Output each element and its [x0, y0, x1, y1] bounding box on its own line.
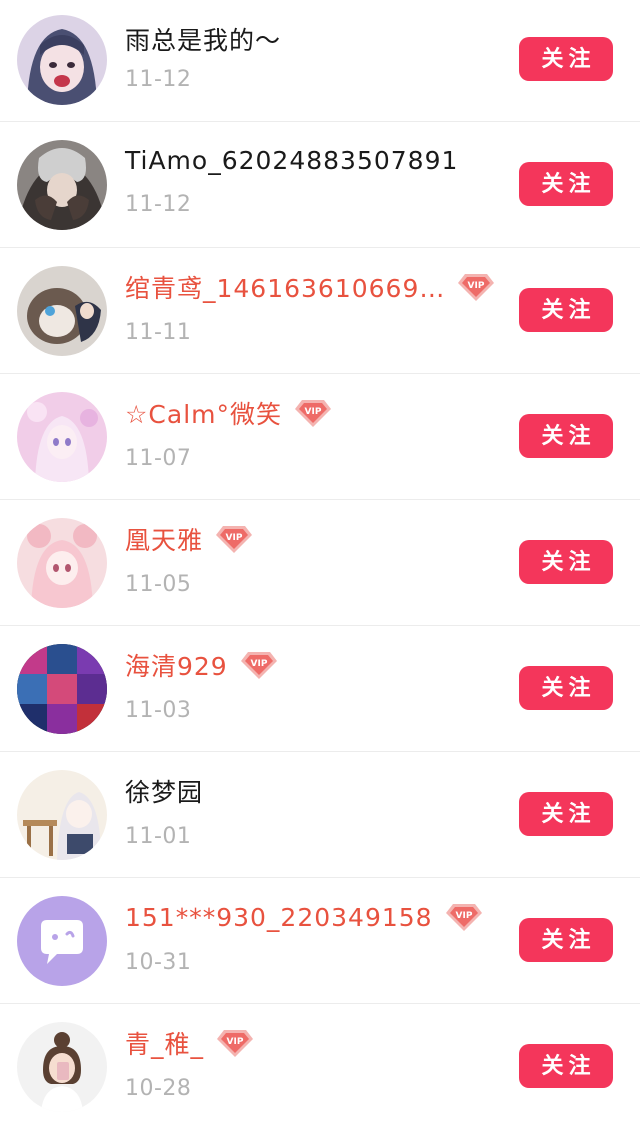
follow-button[interactable]: 关注 [519, 666, 613, 710]
list-item[interactable]: 青_稚_ VIP 10-28 关注 [0, 1004, 640, 1130]
anime-avatar-icon [17, 518, 107, 608]
follow-date: 10-28 [125, 1076, 192, 1101]
follow-date: 11-12 [125, 192, 192, 217]
follow-date: 11-07 [125, 446, 192, 471]
vip-diamond-icon: VIP [240, 650, 278, 680]
user-name[interactable]: 海清929 [125, 647, 228, 683]
user-name[interactable]: 青_稚_ [125, 1025, 204, 1061]
vip-text: VIP [226, 533, 243, 543]
follower-list: 雨总是我的～ 11-12 关注 TiAmo_62024883507891 11-… [0, 0, 640, 1130]
list-item[interactable]: 雨总是我的～ 11-12 关注 [0, 0, 640, 122]
vip-text: VIP [468, 281, 485, 291]
follow-button[interactable]: 关注 [519, 1044, 613, 1088]
vip-text: VIP [305, 407, 322, 417]
avatar[interactable] [17, 770, 107, 860]
anime-avatar-icon [17, 15, 107, 105]
avatar[interactable] [17, 644, 107, 734]
user-name[interactable]: ☆Calm°微笑 [125, 395, 282, 431]
user-name[interactable]: TiAmo_62024883507891 [125, 146, 458, 175]
vip-text: VIP [227, 1037, 244, 1047]
collage-avatar-icon [17, 644, 107, 734]
user-name-line: TiAmo_62024883507891 [125, 143, 458, 177]
user-name-line: 徐梦园 [125, 774, 203, 808]
list-item[interactable]: 海清929 VIP 11-03 关注 [0, 626, 640, 752]
user-name-line: 绾青鸢_146163610669… VIP [125, 270, 495, 304]
default-chat-avatar-icon [17, 896, 107, 986]
user-name-line: ☆Calm°微笑 VIP [125, 396, 332, 430]
list-item[interactable]: 绾青鸢_146163610669… VIP 11-11 关注 [0, 248, 640, 374]
avatar[interactable] [17, 392, 107, 482]
follow-date: 11-05 [125, 572, 192, 597]
follow-button[interactable]: 关注 [519, 37, 613, 81]
user-name[interactable]: 徐梦园 [125, 773, 203, 809]
user-name[interactable]: 雨总是我的～ [125, 21, 281, 57]
vip-text: VIP [455, 911, 472, 921]
follow-button[interactable]: 关注 [519, 918, 613, 962]
follow-button[interactable]: 关注 [519, 414, 613, 458]
vip-diamond-icon: VIP [215, 524, 253, 554]
vip-diamond-icon: VIP [457, 272, 495, 302]
follow-date: 11-12 [125, 67, 192, 92]
follow-button[interactable]: 关注 [519, 792, 613, 836]
user-name[interactable]: 绾青鸢_146163610669… [125, 269, 445, 305]
list-item[interactable]: ☆Calm°微笑 VIP 11-07 关注 [0, 374, 640, 500]
list-item[interactable]: 凰天雅 VIP 11-05 关注 [0, 500, 640, 626]
avatar[interactable] [17, 896, 107, 986]
user-name-line: 雨总是我的～ [125, 22, 281, 56]
avatar[interactable] [17, 140, 107, 230]
vip-diamond-icon: VIP [294, 398, 332, 428]
list-item[interactable]: TiAmo_62024883507891 11-12 关注 [0, 122, 640, 248]
follow-date: 11-11 [125, 320, 192, 345]
user-name[interactable]: 凰天雅 [125, 521, 203, 557]
follow-date: 11-03 [125, 698, 192, 723]
anime-avatar-icon [17, 266, 107, 356]
follow-date: 11-01 [125, 824, 192, 849]
follow-button[interactable]: 关注 [519, 162, 613, 206]
list-item[interactable]: 徐梦园 11-01 关注 [0, 752, 640, 878]
anime-avatar-icon [17, 770, 107, 860]
user-name-line: 海清929 VIP [125, 648, 278, 682]
user-name-line: 青_稚_ VIP [125, 1026, 254, 1060]
photo-avatar-icon [17, 1022, 107, 1112]
follow-date: 10-31 [125, 950, 192, 975]
follow-button[interactable]: 关注 [519, 288, 613, 332]
user-name[interactable]: 151***930_220349158 [125, 903, 433, 932]
vip-diamond-icon: VIP [216, 1028, 254, 1058]
anime-avatar-icon [17, 392, 107, 482]
vip-text: VIP [250, 659, 267, 669]
follow-button[interactable]: 关注 [519, 540, 613, 584]
vip-diamond-icon: VIP [445, 902, 483, 932]
avatar[interactable] [17, 266, 107, 356]
avatar[interactable] [17, 518, 107, 608]
anime-avatar-icon [17, 140, 107, 230]
avatar[interactable] [17, 15, 107, 105]
list-item[interactable]: 151***930_220349158 VIP 10-31 关注 [0, 878, 640, 1004]
user-name-line: 151***930_220349158 VIP [125, 900, 483, 934]
avatar[interactable] [17, 1022, 107, 1112]
user-name-line: 凰天雅 VIP [125, 522, 253, 556]
